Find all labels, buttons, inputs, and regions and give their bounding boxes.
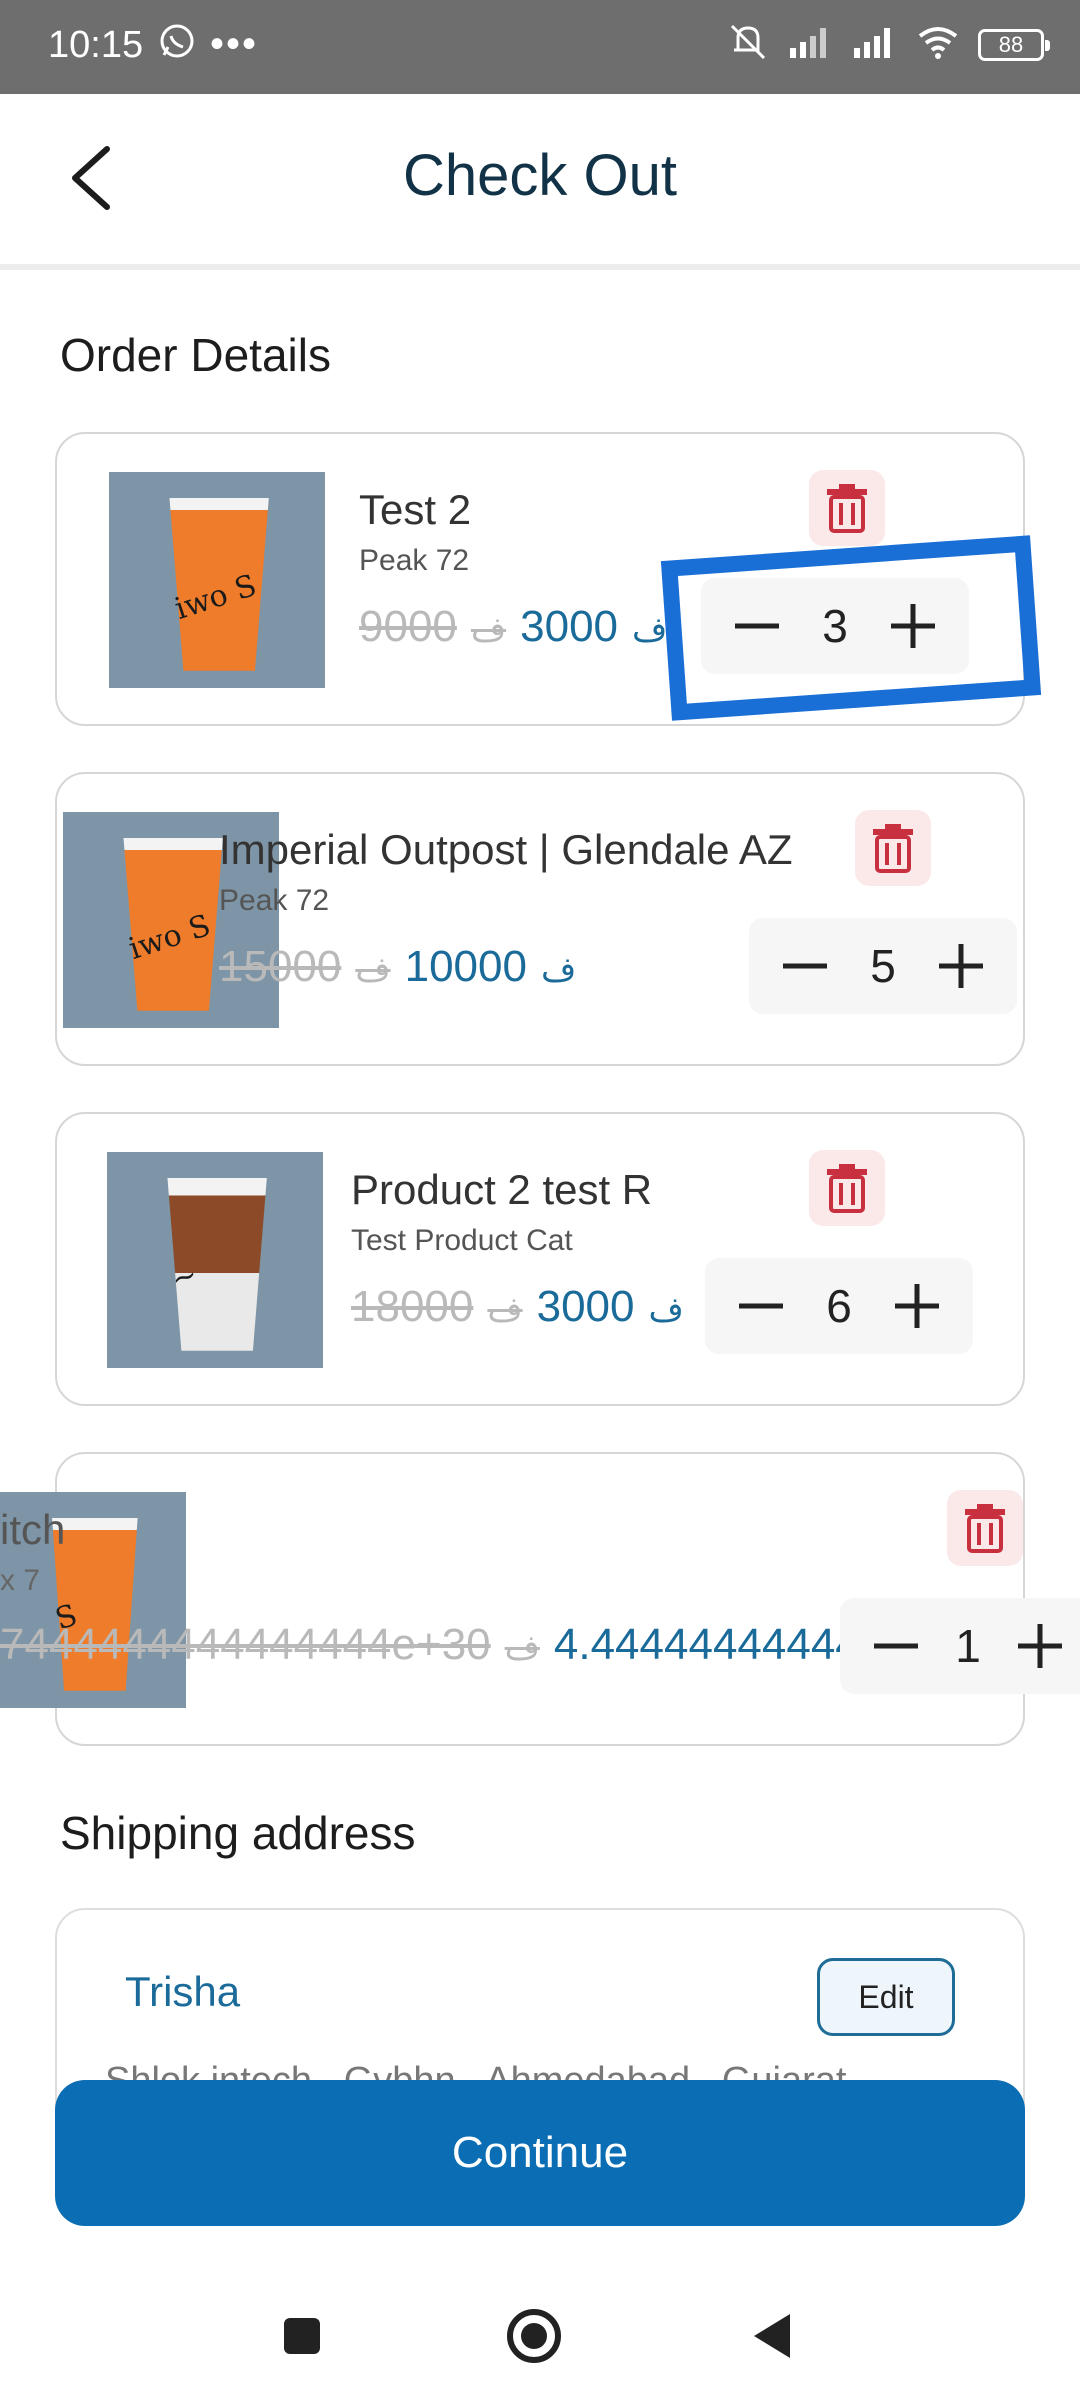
currency-symbol: ف <box>540 951 577 989</box>
delete-item-button[interactable] <box>809 470 885 546</box>
order-item-card: ~ Product 2 test R Test Product Cat 1800… <box>55 1112 1025 1406</box>
price-row: 7444444444444444e+30 ف 4.44444444444 <box>0 1620 860 1670</box>
more-notifications-icon: ••• <box>210 21 259 66</box>
currency-symbol: ف <box>504 1629 540 1667</box>
product-category: Test Product Cat <box>351 1224 573 1257</box>
discounted-price: 3000 <box>520 602 619 651</box>
original-price: 9000 <box>359 602 457 651</box>
currency-symbol: ف <box>487 1291 523 1329</box>
back-nav-button[interactable] <box>742 2306 802 2366</box>
increase-quantity-button[interactable] <box>935 940 987 992</box>
home-circle-icon <box>507 2309 561 2363</box>
original-price: 7444444444444444e+30 <box>0 1620 491 1669</box>
edit-address-button[interactable]: Edit <box>817 1958 955 2036</box>
discounted-price: 3000 <box>536 1282 635 1331</box>
app-header: Check Out <box>0 94 1080 270</box>
original-price: 15000 <box>219 942 342 991</box>
trash-icon <box>827 1164 867 1213</box>
status-bar: 10:15 ••• 88 <box>0 0 1080 94</box>
order-item-card: iwo S Imperial Outpost | Glendale AZ Pea… <box>55 772 1025 1066</box>
order-details-title: Order Details <box>60 329 331 381</box>
shipping-address-title: Shipping address <box>60 1807 416 1859</box>
mute-icon <box>726 22 770 67</box>
status-time: 10:15 <box>48 24 144 66</box>
recent-apps-button[interactable] <box>272 2306 332 2366</box>
plus-icon <box>895 1284 939 1328</box>
signal-icon <box>788 24 834 65</box>
system-nav-bar <box>0 2260 1080 2400</box>
plus-icon <box>1018 1624 1062 1668</box>
product-name: itch <box>0 1506 66 1553</box>
decrease-quantity-button[interactable] <box>870 1620 922 1672</box>
triangle-back-icon <box>754 2314 790 2358</box>
signal-icon-2 <box>852 24 898 65</box>
increase-quantity-button[interactable] <box>891 1280 943 1332</box>
increase-quantity-button[interactable] <box>887 600 939 652</box>
product-category: Peak 72 <box>359 544 470 577</box>
quantity-value: 5 <box>870 940 896 992</box>
page-title: Check Out <box>403 143 677 208</box>
decrease-quantity-button[interactable] <box>779 940 831 992</box>
price-row: 18000 ف 3000 ف <box>351 1282 684 1332</box>
wifi-icon <box>916 24 960 65</box>
product-name: Test 2 <box>359 486 472 533</box>
original-price: 18000 <box>351 1282 474 1331</box>
quantity-stepper: 3 <box>701 578 969 674</box>
plus-icon <box>891 604 935 648</box>
quantity-value: 1 <box>955 1620 981 1672</box>
battery-icon: 88 <box>978 28 1050 61</box>
minus-icon <box>783 963 827 969</box>
product-image: iwo S <box>109 472 325 688</box>
quantity-stepper: 5 <box>749 918 1017 1014</box>
delete-item-button[interactable] <box>809 1150 885 1226</box>
quantity-stepper: 6 <box>705 1258 973 1354</box>
product-category: Peak 72 <box>219 884 330 917</box>
minus-icon <box>739 1303 783 1309</box>
currency-symbol: ف <box>355 951 391 989</box>
price-row: 9000 ف 3000 ف <box>359 602 667 652</box>
quantity-value: 3 <box>822 600 848 652</box>
discounted-price: 4.44444444444 <box>553 1620 860 1669</box>
currency-symbol: ف <box>632 611 668 649</box>
minus-icon <box>735 623 779 629</box>
delete-item-button[interactable] <box>947 1490 1023 1566</box>
home-button[interactable] <box>504 2306 564 2366</box>
recipient-name: Trisha <box>125 1968 241 2015</box>
whatsapp-icon <box>158 22 196 65</box>
increase-quantity-button[interactable] <box>1014 1620 1066 1672</box>
price-row: 15000 ف 10000 ف <box>219 942 576 992</box>
product-name: Imperial Outpost | Glendale AZ <box>219 826 793 873</box>
delete-item-button[interactable] <box>855 810 931 886</box>
decrease-quantity-button[interactable] <box>731 600 783 652</box>
quantity-value: 6 <box>826 1280 852 1332</box>
product-category: x 7 <box>0 1564 41 1597</box>
product-image: ~ <box>107 1152 323 1368</box>
discounted-price: 10000 <box>404 942 527 991</box>
order-item-card: iwo S Test 2 Peak 72 9000 ف 3000 ف 3 <box>55 432 1025 726</box>
trash-icon <box>827 484 867 533</box>
continue-button[interactable]: Continue <box>55 2080 1025 2226</box>
currency-symbol: ف <box>470 611 507 649</box>
plus-icon <box>939 944 983 988</box>
minus-icon <box>874 1643 918 1649</box>
product-name: Product 2 test R <box>351 1166 653 1213</box>
square-icon <box>284 2318 320 2354</box>
currency-symbol: ف <box>648 1291 684 1329</box>
trash-icon <box>873 824 913 873</box>
quantity-stepper: 1 <box>840 1598 1080 1694</box>
decrease-quantity-button[interactable] <box>735 1280 787 1332</box>
trash-icon <box>965 1504 1005 1553</box>
